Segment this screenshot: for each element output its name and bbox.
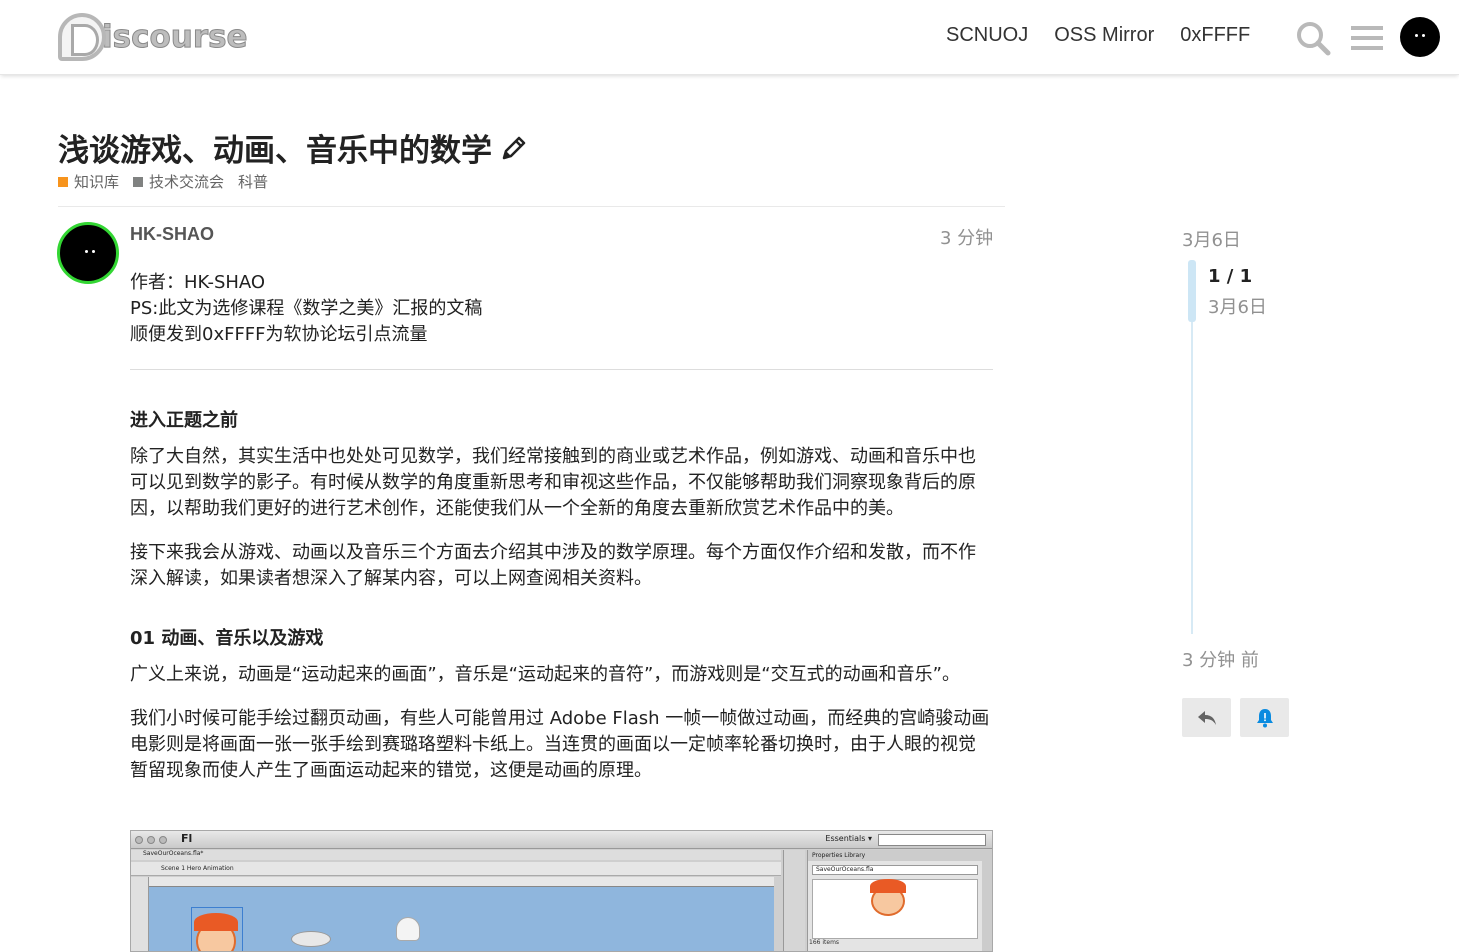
header-nav: SCNUOJ OSS Mirror 0xFFFF <box>946 24 1250 47</box>
reply-button[interactable] <box>1182 698 1231 737</box>
post-intro: 作者：HK-SHAO PS:此文为选修课程《数学之美》汇报的文稿 顺便发到0xF… <box>130 270 993 348</box>
post-image-flash-screenshot[interactable]: Fl Essentials ▾ SaveOurOceans.fla* Scene… <box>130 830 993 952</box>
flash-titlebar: Fl Essentials ▾ <box>131 831 992 849</box>
flash-ruler <box>149 877 774 887</box>
window-dot <box>147 836 155 844</box>
pencil-icon[interactable] <box>500 134 528 162</box>
flash-app-label: Fl <box>181 832 193 845</box>
flash-panel-tabs: Properties Library <box>808 850 982 861</box>
category-color-swatch <box>58 176 68 187</box>
logo-d-mark <box>58 13 106 61</box>
avatar-eye <box>92 250 95 253</box>
flash-items-count: 166 items <box>809 939 840 946</box>
paragraph: 广义上来说，动画是“运动起来的画面”，音乐是“运动起来的音符”，而游戏则是“交互… <box>130 664 960 685</box>
category-tech-exchange[interactable]: 技术交流会 <box>133 171 224 192</box>
flash-search-box <box>878 834 986 846</box>
window-dot <box>135 836 143 844</box>
bell-icon <box>1256 708 1273 727</box>
flash-panel-file: SaveOurOceans.fla <box>812 865 978 875</box>
flash-preview-character <box>870 879 906 916</box>
window-dot <box>159 836 167 844</box>
timeline-current-date: 3月6日 <box>1208 297 1267 318</box>
post-timestamp[interactable]: 3 分钟 <box>940 224 993 250</box>
category-label: 技术交流会 <box>149 173 225 191</box>
timeline-scroller-handle[interactable] <box>1188 260 1196 322</box>
flash-hero-character <box>194 913 238 951</box>
timeline-start-date[interactable]: 3月6日 <box>1182 226 1241 252</box>
nav-link-oss-mirror[interactable]: OSS Mirror <box>1054 24 1154 47</box>
flash-fish <box>291 931 331 947</box>
logo-text: iscourse <box>102 19 249 56</box>
notification-button[interactable] <box>1240 698 1289 737</box>
category-knowledge-base[interactable]: 知识库 <box>58 171 119 192</box>
flash-library-preview <box>812 879 978 939</box>
category-label: 知识库 <box>74 173 120 191</box>
intro-line: 顺便发到0xFFFF为软协论坛引点流量 <box>130 324 428 345</box>
nav-link-0xffff[interactable]: 0xFFFF <box>1180 24 1250 47</box>
paragraph: 接下来我会从游戏、动画以及音乐三个方面去介绍其中涉及的数学原理。每个方面仅作介绍… <box>130 542 976 589</box>
topic-title: 浅谈游戏、动画、音乐中的数学 <box>58 125 528 170</box>
category-color-swatch <box>133 176 144 187</box>
hamburger-menu-icon[interactable] <box>1349 20 1385 56</box>
avatar-eye <box>1415 34 1418 37</box>
post-divider <box>130 369 993 370</box>
topic-tag[interactable]: 科普 <box>238 171 268 192</box>
paragraph: 除了大自然，其实生活中也处处可见数学，我们经常接触到的商业或艺术作品，例如游戏、… <box>130 446 976 519</box>
flash-library-panel: Properties Library SaveOurOceans.fla <box>807 850 982 951</box>
flash-jellyfish <box>396 917 420 941</box>
section-heading: 01 动画、音乐以及游戏 <box>130 628 324 649</box>
avatar-eye <box>1422 34 1425 37</box>
flash-scrollbar <box>982 850 992 951</box>
topic-categories: 知识库 技术交流会 科普 <box>58 171 268 192</box>
user-avatar[interactable] <box>1400 17 1440 57</box>
title-divider <box>58 206 1005 207</box>
search-icon[interactable] <box>1295 20 1331 56</box>
timeline-position: 1 / 1 <box>1208 266 1253 287</box>
nav-link-scnuoj[interactable]: SCNUOJ <box>946 24 1028 47</box>
timeline-end-label[interactable]: 3 分钟 前 <box>1182 646 1259 672</box>
intro-line: PS:此文为选修课程《数学之美》汇报的文稿 <box>130 298 483 319</box>
intro-line: 作者：HK-SHAO <box>130 272 266 293</box>
paragraph: 我们小时候可能手绘过翻页动画，有些人可能曾用过 Adobe Flash 一帧一帧… <box>130 708 990 781</box>
topic-title-text[interactable]: 浅谈游戏、动画、音乐中的数学 <box>58 125 492 170</box>
reply-icon <box>1197 710 1216 725</box>
flash-scene-bar: Scene 1 Hero Animation <box>131 862 781 876</box>
site-logo[interactable]: iscourse <box>58 12 248 62</box>
post-body: 作者：HK-SHAO PS:此文为选修课程《数学之美》汇报的文稿 顺便发到0xF… <box>130 270 993 802</box>
site-header: iscourse SCNUOJ OSS Mirror 0xFFFF <box>0 0 1459 75</box>
post-username[interactable]: HK-SHAO <box>130 224 214 245</box>
avatar-eye <box>85 250 88 253</box>
flash-doc-tab: SaveOurOceans.fla* <box>131 850 781 860</box>
flash-workspace: Essentials ▾ <box>825 834 872 843</box>
flash-toolbar <box>783 850 805 951</box>
flash-vertical-ruler <box>131 877 149 951</box>
section-heading: 进入正题之前 <box>130 410 238 431</box>
post-author-avatar[interactable] <box>57 222 119 284</box>
